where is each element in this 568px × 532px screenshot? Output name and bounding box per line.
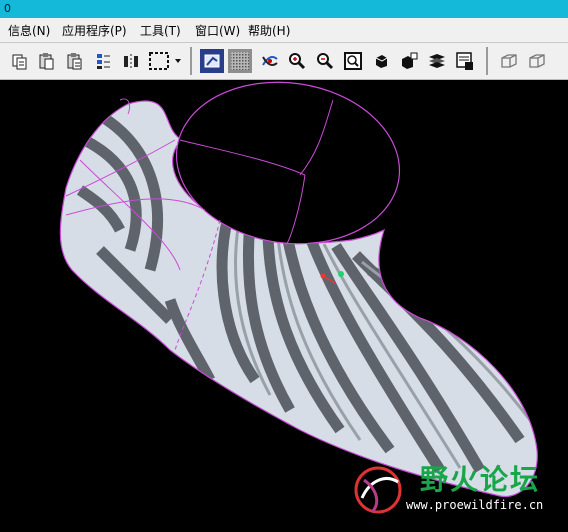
regenerate-button[interactable] xyxy=(91,49,115,73)
zoom-out-button[interactable] xyxy=(313,49,337,73)
box-view-1-icon xyxy=(501,54,517,68)
orient-button[interactable] xyxy=(369,49,393,73)
paste-button[interactable] xyxy=(35,49,59,73)
wireframe-button[interactable] xyxy=(228,49,252,73)
window-title: 0 xyxy=(4,2,11,15)
shading-icon xyxy=(204,54,220,68)
saved-views-button[interactable] xyxy=(397,49,421,73)
layers-button[interactable] xyxy=(425,49,449,73)
box-view-2-icon xyxy=(529,54,545,68)
layers-icon xyxy=(429,54,445,68)
watermark-title: 野火论坛 xyxy=(420,463,541,496)
orient-icon xyxy=(375,55,388,68)
wireframe-icon xyxy=(231,52,249,70)
regenerate-icon xyxy=(97,54,110,69)
menu-tools[interactable]: 工具(T) xyxy=(140,22,181,39)
chevron-down-icon xyxy=(175,59,181,63)
mirror-button[interactable] xyxy=(119,49,143,73)
title-bar: 0 xyxy=(0,0,568,18)
menu-applications[interactable]: 应用程序(P) xyxy=(62,22,127,39)
spin-icon xyxy=(262,56,278,66)
select-box-button[interactable] xyxy=(147,49,171,73)
refit-button[interactable] xyxy=(341,49,365,73)
menu-info[interactable]: 信息(N) xyxy=(8,22,50,39)
view-manager-button[interactable] xyxy=(453,49,477,73)
paste-special-button[interactable] xyxy=(63,49,87,73)
forum-watermark: 野火论坛 www.proewildfire.cn xyxy=(350,460,562,520)
toolbar-separator xyxy=(190,47,192,75)
copy-icon xyxy=(12,54,27,70)
select-box-icon xyxy=(149,52,169,70)
toolbar xyxy=(0,43,568,80)
menu-bar: 信息(N) 应用程序(P) 工具(T) 窗口(W) 帮助(H) xyxy=(0,18,568,43)
spin-button[interactable] xyxy=(258,49,282,73)
box-view-2-button[interactable] xyxy=(525,49,549,73)
shading-button[interactable] xyxy=(200,49,224,73)
menu-window[interactable]: 窗口(W) xyxy=(195,22,240,39)
zoom-out-icon xyxy=(317,53,334,70)
paste-icon xyxy=(39,53,54,70)
zoom-in-button[interactable] xyxy=(285,49,309,73)
copy-button[interactable] xyxy=(8,49,32,73)
paste-special-icon xyxy=(67,53,82,70)
menu-help[interactable]: 帮助(H) xyxy=(248,22,290,39)
saved-views-icon xyxy=(402,52,418,69)
box-view-1-button[interactable] xyxy=(497,49,521,73)
zoom-in-icon xyxy=(289,53,306,70)
select-dropdown-button[interactable] xyxy=(172,49,184,73)
mirror-icon xyxy=(124,54,138,69)
toolbar-separator xyxy=(486,47,488,75)
model-viewport[interactable]: 野火论坛 www.proewildfire.cn xyxy=(0,80,568,528)
watermark-logo-icon xyxy=(354,466,402,514)
watermark-url: www.proewildfire.cn xyxy=(406,498,544,512)
refit-icon xyxy=(344,52,362,70)
view-manager-icon xyxy=(456,52,473,70)
